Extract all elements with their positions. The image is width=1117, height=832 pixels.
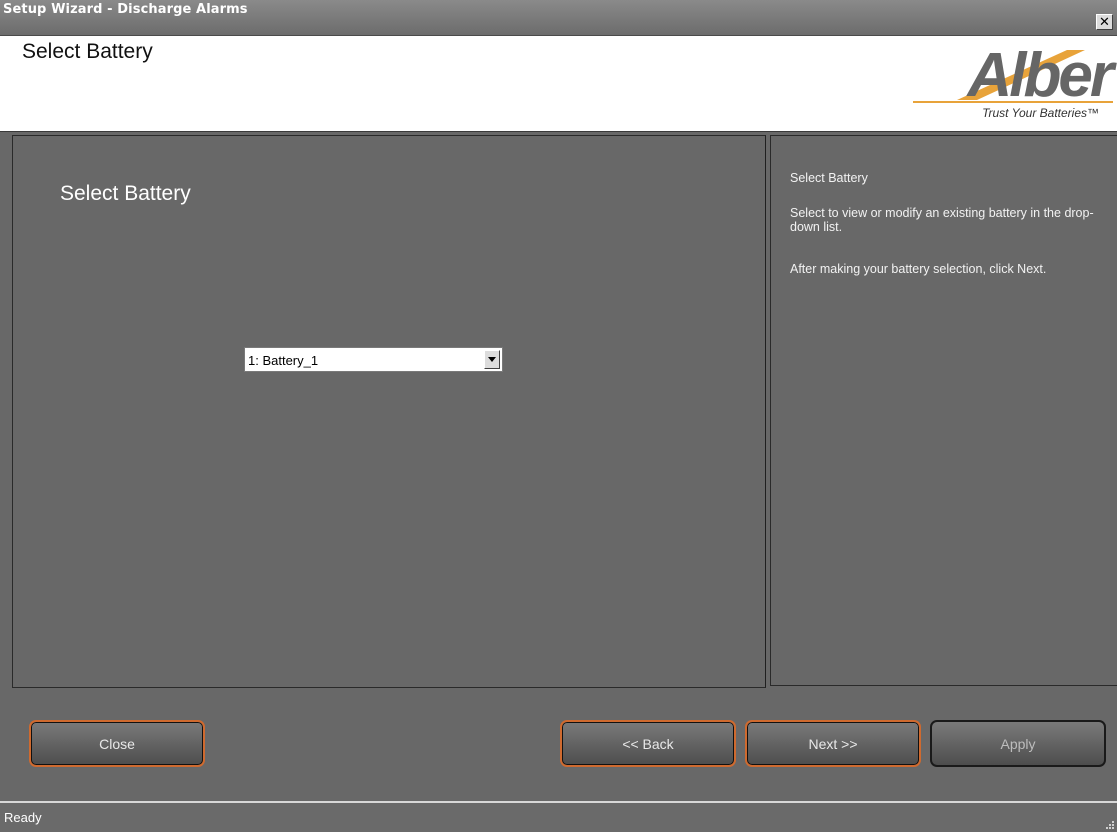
help-heading: Select Battery [790,171,868,185]
next-button[interactable]: Next >> [745,720,921,767]
help-text-2: After making your battery selection, cli… [790,262,1047,276]
chevron-down-icon[interactable] [484,350,500,369]
back-button[interactable]: << Back [560,720,736,767]
title-bar: Setup Wizard - Discharge Alarms ✕ [0,0,1117,36]
logo-wordmark: Alber [967,41,1114,110]
resize-grip-icon[interactable] [1105,820,1115,830]
close-icon: ✕ [1099,14,1110,29]
status-bar: Ready [0,801,1117,832]
window-title: Setup Wizard - Discharge Alarms [3,2,248,17]
logo-underline [913,101,1113,103]
apply-button[interactable]: Apply [930,720,1106,767]
status-text: Ready [4,810,42,825]
help-text-1: Select to view or modify an existing bat… [790,206,1094,234]
wizard-header: Select Battery Alber Trust Your Batterie… [0,36,1117,132]
close-button[interactable]: Close [29,720,205,767]
battery-select-dropdown[interactable]: 1: Battery_1 [244,347,503,372]
main-panel: Select Battery 1: Battery_1 [12,135,766,688]
window-close-button[interactable]: ✕ [1096,14,1113,30]
logo-tagline: Trust Your Batteries™ [982,106,1099,120]
battery-select-value: 1: Battery_1 [248,353,319,368]
help-panel: Select Battery Select to view or modify … [770,135,1117,686]
main-panel-title: Select Battery [60,182,191,205]
alber-logo: Alber Trust Your Batteries™ [903,41,1114,124]
page-title: Select Battery [22,40,153,63]
